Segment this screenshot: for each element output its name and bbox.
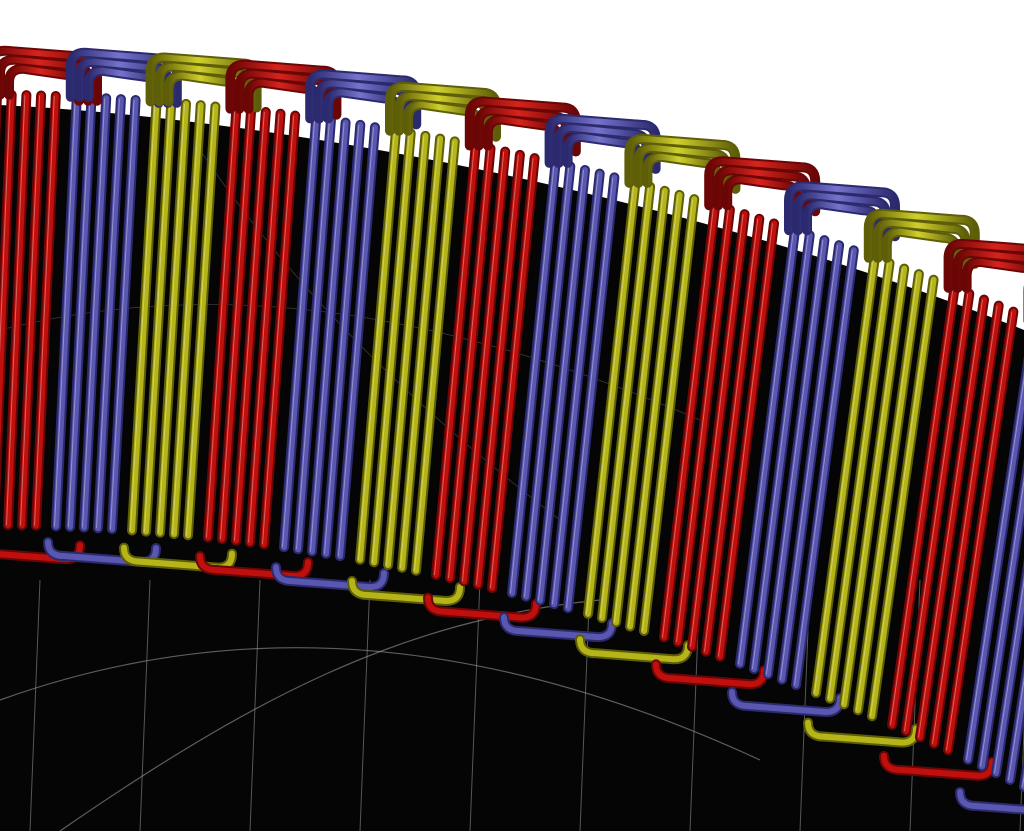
- winding-render-svg: [0, 45, 1024, 831]
- winding-render: [0, 0, 1024, 831]
